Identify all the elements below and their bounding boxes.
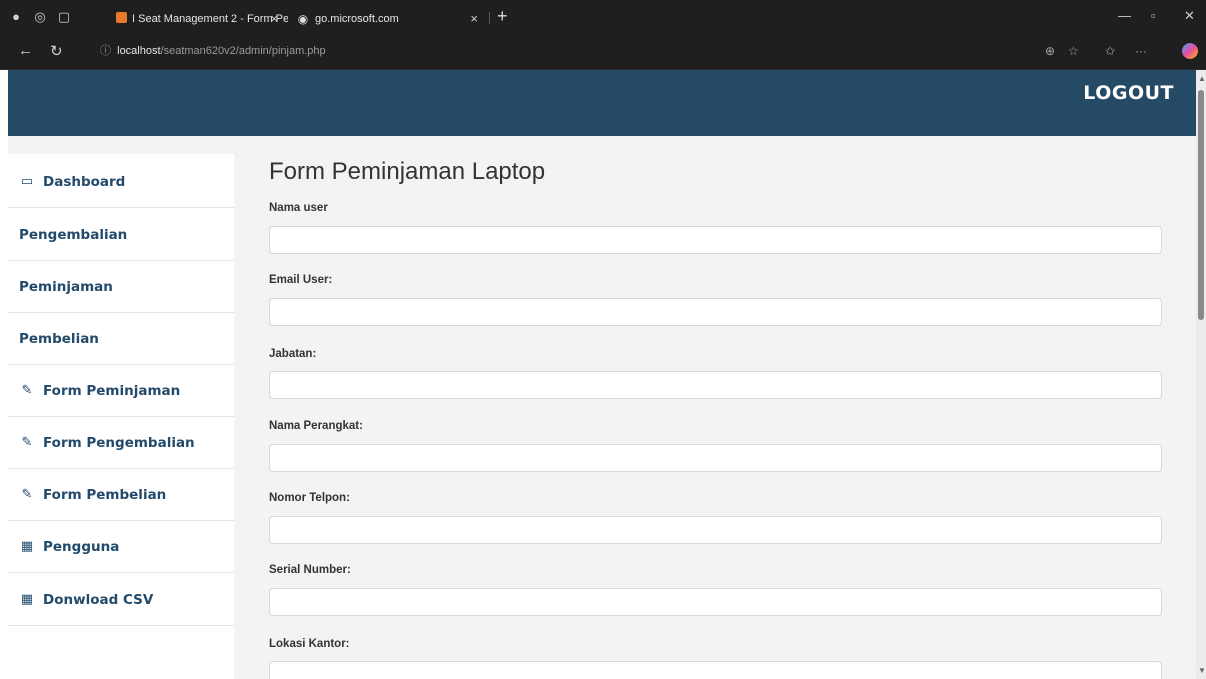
field-label-lokasi-kantor: Lokasi Kantor: <box>269 638 350 650</box>
field-label-nama-user: Nama user <box>269 202 328 214</box>
sidebar-item-download-csv[interactable]: ▦ Donwload CSV <box>8 574 234 626</box>
edit-icon: ✎ <box>21 383 33 398</box>
sidebar-item-dashboard[interactable]: ▭ Dashboard <box>8 156 234 208</box>
sidebar: ▭ Dashboard Pengembalian Peminjaman Pembe… <box>8 154 234 679</box>
nama-perangkat-input[interactable] <box>269 444 1162 472</box>
sidebar-item-form-pembelian[interactable]: ✎ Form Pembelian <box>8 469 234 521</box>
scroll-down-icon[interactable]: ▼ <box>1198 666 1206 675</box>
new-tab-icon[interactable]: + <box>497 6 508 27</box>
email-user-input[interactable] <box>269 298 1162 326</box>
table-icon: ▦ <box>20 592 34 607</box>
tab-title: go.microsoft.com <box>315 13 399 25</box>
field-label-serial-number: Serial Number: <box>269 564 351 576</box>
sidebar-item-form-pengembalian[interactable]: ✎ Form Pengembalian <box>8 417 234 469</box>
profile-icon[interactable]: ● <box>8 9 24 25</box>
url-path: /seatman620v2/admin/pinjam.php <box>160 45 326 57</box>
url-host: localhost <box>117 45 161 57</box>
tab-separator <box>489 12 490 24</box>
collections-icon[interactable]: ✩ <box>1105 44 1115 58</box>
favorite-star-icon[interactable]: ☆ <box>1068 44 1079 58</box>
more-options-icon[interactable]: ··· <box>1135 44 1147 58</box>
field-label-nama-perangkat: Nama Perangkat: <box>269 420 363 432</box>
sidebar-item-label: Pembelian <box>19 330 99 347</box>
page-title: Form Peminjaman Laptop <box>269 158 546 185</box>
browser-toolbar: ← ↻ ⓘ localhost/seatman620v2/admin/pinja… <box>0 34 1206 70</box>
workspaces-icon[interactable]: ◎ <box>32 9 48 25</box>
zoom-icon[interactable]: ⊕ <box>1045 44 1055 58</box>
sidebar-item-label: Peminjaman <box>19 278 113 295</box>
sidebar-item-label: Dashboard <box>43 173 126 190</box>
sidebar-item-pengguna[interactable]: ▦ Pengguna <box>8 521 234 573</box>
tab-title: I Seat Management 2 - Form Pen <box>132 13 288 25</box>
browser-titlebar: ● ◎ ▢ I Seat Management 2 - Form Pen × ◉… <box>0 0 1206 34</box>
table-icon: ▦ <box>20 539 34 554</box>
field-label-nomor-telpon: Nomor Telpon: <box>269 492 350 504</box>
edge-favicon-icon: ◉ <box>297 12 309 26</box>
sidebar-item-label: Pengembalian <box>19 226 128 243</box>
tab-actions-icon[interactable]: ▢ <box>56 9 72 25</box>
field-label-jabatan: Jabatan: <box>269 348 317 360</box>
sidebar-item-label: Form Pembelian <box>43 486 167 503</box>
tab-microsoft[interactable]: ◉ go.microsoft.com × <box>288 4 488 34</box>
nama-user-input[interactable] <box>269 226 1162 254</box>
lokasi-kantor-input[interactable] <box>269 661 1162 679</box>
sidebar-item-label: Donwload CSV <box>43 591 154 608</box>
scroll-thumb[interactable] <box>1198 90 1204 320</box>
serial-number-input[interactable] <box>269 588 1162 616</box>
sidebar-item-pengembalian[interactable]: Pengembalian <box>8 209 234 261</box>
sidebar-item-label: Form Peminjaman <box>43 382 181 399</box>
edit-icon: ✎ <box>21 435 33 450</box>
page-scrollbar[interactable]: ▲ ▼ <box>1196 70 1206 679</box>
address-bar[interactable]: ⓘ localhost/seatman620v2/admin/pinjam.ph… <box>88 39 1138 63</box>
tab-active[interactable]: I Seat Management 2 - Form Pen × <box>108 4 288 34</box>
tab-close-icon[interactable]: × <box>270 4 278 34</box>
sidebar-item-label: Pengguna <box>43 538 120 555</box>
back-icon[interactable]: ← <box>18 42 33 59</box>
close-window-icon[interactable]: ✕ <box>1184 8 1195 24</box>
minimize-icon[interactable]: — <box>1118 8 1131 23</box>
sidebar-item-form-peminjaman[interactable]: ✎ Form Peminjaman <box>8 365 234 417</box>
sidebar-item-label: Form Pengembalian <box>43 434 195 451</box>
field-label-email-user: Email User: <box>269 274 333 286</box>
edit-icon: ✎ <box>21 487 33 502</box>
restore-icon[interactable]: ▫ <box>1151 8 1156 23</box>
sidebar-item-pembelian[interactable]: Pembelian <box>8 313 234 365</box>
scroll-up-icon[interactable]: ▲ <box>1198 74 1206 83</box>
app-header: LOGOUT <box>8 70 1196 136</box>
logout-button[interactable]: LOGOUT <box>1083 82 1174 104</box>
monitor-icon: ▭ <box>20 174 34 189</box>
copilot-icon[interactable] <box>1182 43 1198 59</box>
jabatan-input[interactable] <box>269 371 1162 399</box>
site-info-icon[interactable]: ⓘ <box>100 45 111 57</box>
nomor-telpon-input[interactable] <box>269 516 1162 544</box>
sidebar-item-peminjaman[interactable]: Peminjaman <box>8 261 234 313</box>
tab-close-icon[interactable]: × <box>470 4 478 34</box>
refresh-icon[interactable]: ↻ <box>50 42 63 60</box>
site-favicon-icon <box>116 12 127 23</box>
